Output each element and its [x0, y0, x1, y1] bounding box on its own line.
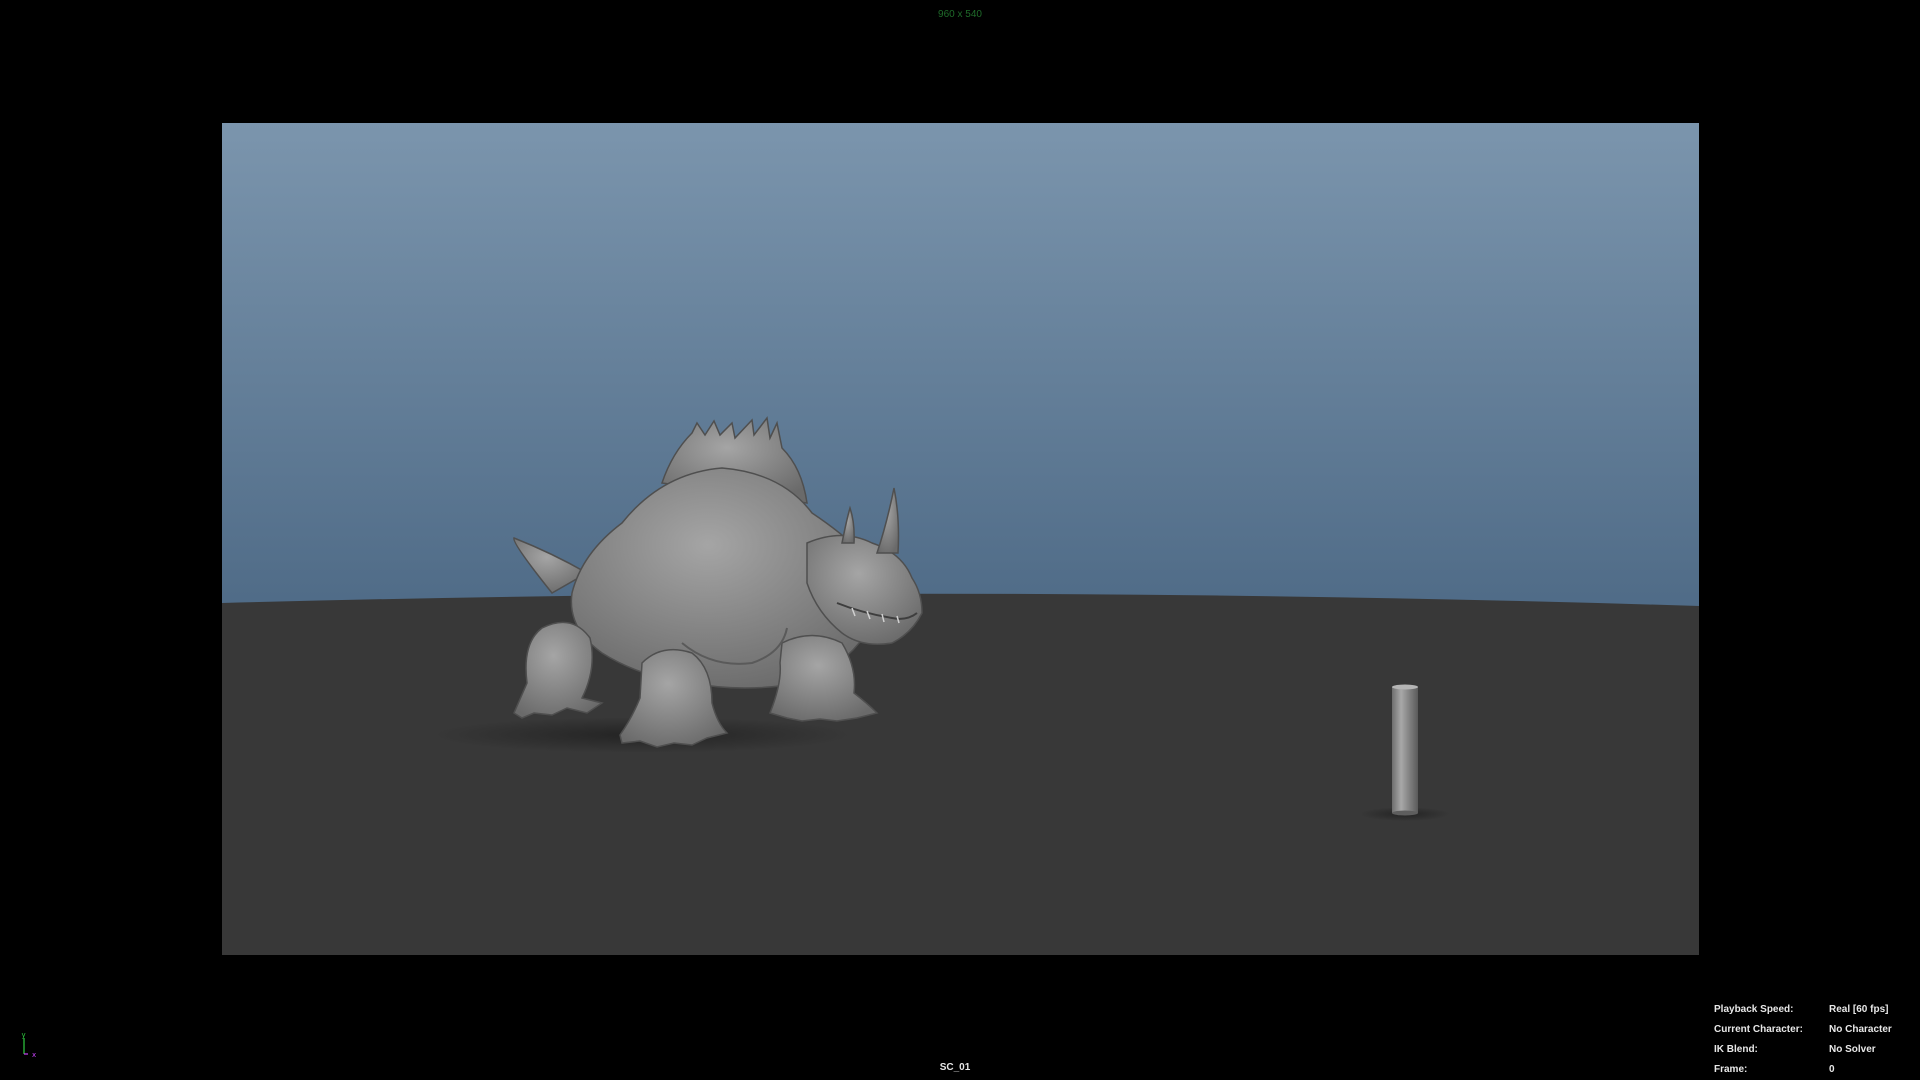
hud-value: No Character	[1829, 1024, 1892, 1035]
hud-label: Playback Speed:	[1714, 1004, 1794, 1015]
resolution-gate-label: 960 x 540	[938, 9, 982, 20]
y-axis-label: y	[22, 1031, 26, 1039]
hud-value: No Solver	[1829, 1044, 1876, 1055]
x-axis-label: x	[32, 1051, 36, 1058]
hud-label: Current Character:	[1714, 1024, 1803, 1035]
hud-label: IK Blend:	[1714, 1044, 1758, 1055]
hud-label: Frame:	[1714, 1064, 1748, 1075]
hud-value: 0	[1829, 1064, 1835, 1075]
axis-gizmo: y x	[22, 1031, 37, 1058]
heads-up-display: Playback Speed: Real [60 fps] Current Ch…	[1714, 1000, 1910, 1080]
ground-plane	[222, 593, 1699, 955]
hud-row-frame: Frame: 0	[1714, 1060, 1910, 1080]
resolution-gate-frame[interactable]	[222, 123, 1699, 955]
camera-name-label: SC_01	[939, 1062, 971, 1073]
hud-row-ik-blend: IK Blend: No Solver	[1714, 1040, 1910, 1060]
maya-viewport[interactable]: 960 x 540 y x SC_01 Playback Speed: Real…	[0, 0, 1920, 1080]
scene-render	[222, 123, 1699, 955]
cylinder-prop	[1392, 684, 1418, 816]
hud-value: Real [60 fps]	[1829, 1004, 1889, 1015]
sky-background	[222, 123, 1699, 623]
hud-row-current-character: Current Character: No Character	[1714, 1020, 1910, 1040]
hud-row-playback-speed: Playback Speed: Real [60 fps]	[1714, 1000, 1910, 1020]
